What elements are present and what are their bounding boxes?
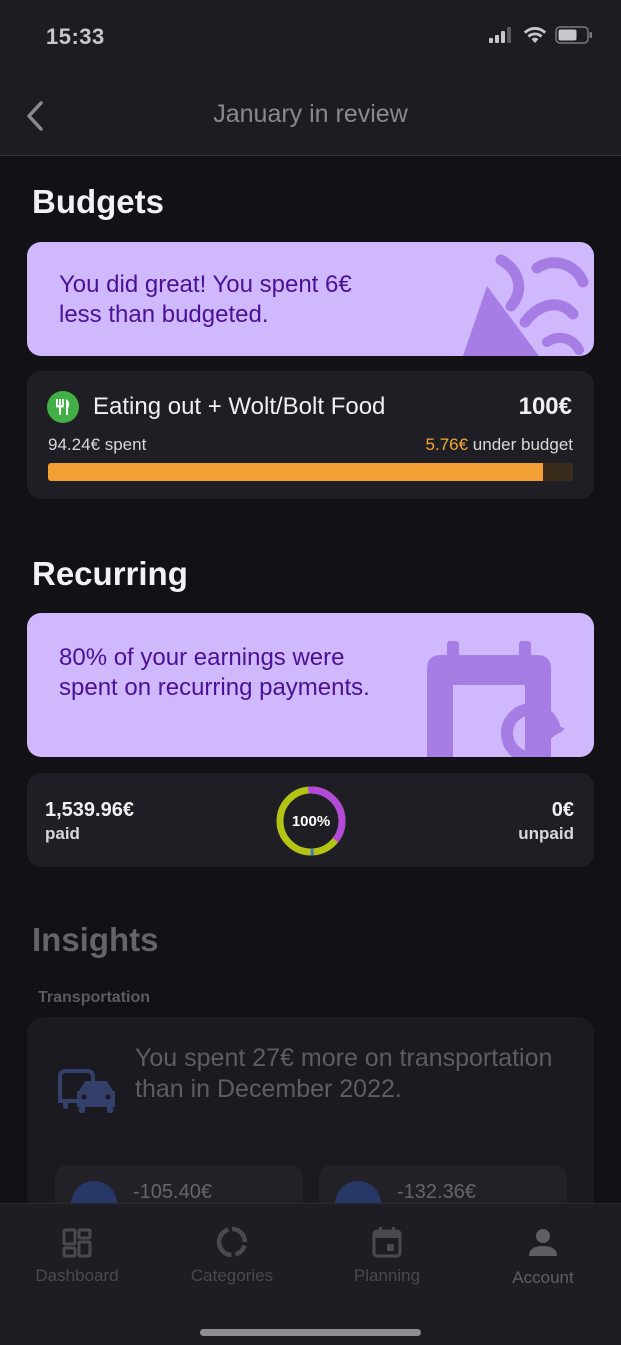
- budgets-promo-banner: You did great! You spent 6€ less than bu…: [27, 242, 594, 356]
- budget-progress-bar: [48, 463, 573, 481]
- fork-knife-icon: [47, 391, 79, 423]
- budgets-promo-text: You did great! You spent 6€ less than bu…: [59, 271, 352, 328]
- party-popper-icon: [463, 254, 589, 356]
- tab-bar: Dashboard Categories Planning Account: [0, 1203, 621, 1345]
- recurring-section-title: Recurring: [32, 555, 188, 592]
- insight-text: You spent 27€ more on transportation tha…: [135, 1044, 553, 1103]
- insight-mini-value-1: -105.40€: [133, 1181, 212, 1203]
- nav-bar: January in review: [0, 80, 621, 156]
- donut-label: 100%: [291, 812, 331, 830]
- status-icons: [489, 26, 593, 44]
- unpaid-value: 0€: [551, 799, 574, 821]
- calendar-icon: [372, 1227, 402, 1258]
- tab-planning[interactable]: Planning: [327, 1218, 447, 1286]
- insight-mini-value-2: -132.36€: [397, 1181, 476, 1203]
- insight-card[interactable]: You spent 27€ more on transportation tha…: [27, 1017, 594, 1217]
- paid-label: paid: [45, 824, 80, 843]
- insight-category-label: Transportation: [38, 989, 151, 1006]
- status-time: 15:33: [46, 24, 105, 49]
- insights-section-title: Insights: [32, 921, 159, 958]
- tab-categories[interactable]: Categories: [172, 1218, 292, 1286]
- paid-value: 1,539.96€: [45, 799, 134, 821]
- signal-icon: [489, 27, 511, 43]
- tab-account[interactable]: Account: [483, 1218, 603, 1288]
- categories-icon: [216, 1226, 248, 1258]
- page-title: January in review: [213, 100, 408, 128]
- account-icon: [529, 1229, 557, 1256]
- budget-name: Eating out + Wolt/Bolt Food: [93, 393, 386, 420]
- unpaid-label: unpaid: [518, 824, 574, 843]
- under-budget-value: 5.76€: [425, 435, 469, 454]
- battery-icon: [555, 26, 592, 44]
- tab-categories-label: Categories: [190, 1266, 274, 1285]
- tab-dashboard-label: Dashboard: [35, 1266, 119, 1285]
- tab-planning-label: Planning: [353, 1266, 421, 1285]
- recurring-summary-card[interactable]: 1,539.96€ paid 100% 0€ unpaid: [27, 773, 594, 867]
- recurring-promo-banner: 80% of your earnings were spent on recur…: [27, 613, 594, 757]
- home-indicator: [200, 1329, 421, 1336]
- budget-amount: 100€: [518, 393, 572, 420]
- wifi-icon: [523, 27, 547, 43]
- budget-item-card[interactable]: Eating out + Wolt/Bolt Food 100€ 94.24€ …: [27, 371, 594, 499]
- budget-progress-fill: [48, 463, 543, 481]
- dashboard-icon: [62, 1228, 92, 1258]
- vehicles-icon: [58, 1069, 115, 1113]
- under-budget-label: under budget: [468, 435, 573, 454]
- budgets-section-title: Budgets: [32, 183, 164, 220]
- recurring-promo-text: 80% of your earnings were spent on recur…: [59, 644, 370, 701]
- recurring-calendar-icon: [427, 641, 565, 757]
- tab-dashboard[interactable]: Dashboard: [17, 1218, 137, 1286]
- status-bar: 15:33: [0, 0, 621, 80]
- tab-account-label: Account: [512, 1268, 574, 1287]
- budget-under: 5.76€ under budget: [426, 435, 573, 455]
- budget-spent: 94.24€ spent: [48, 435, 147, 454]
